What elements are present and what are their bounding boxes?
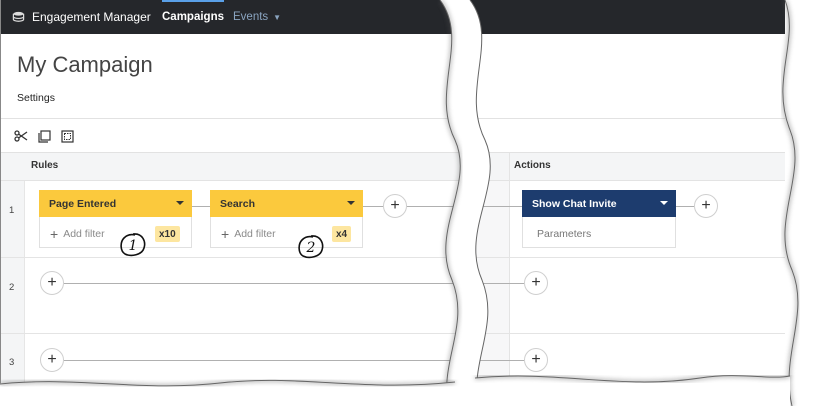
connector-line [460,360,524,361]
row-number: 3 [9,357,15,368]
column-divider [509,153,510,384]
caret-down-icon [660,201,668,205]
nav-events-menu[interactable]: Events ▼ [233,0,281,34]
action-label: Show Chat Invite [532,197,617,210]
right-panel: Actions Show Chat Invite Parameters + + … [460,0,785,384]
column-header-strip [0,153,460,181]
copy-icon[interactable] [38,129,51,143]
row-separator [0,257,460,258]
callout-1: 1 [120,233,146,257]
nav-events-label: Events [233,11,269,23]
active-tab-indicator [162,0,224,2]
connector-line [64,360,460,361]
top-navigation-bar: Engagement Manager Campaigns Events ▼ [0,0,460,34]
callout-number: 2 [306,240,316,256]
caret-down-icon [176,201,184,205]
database-icon [12,11,25,22]
add-filter-button[interactable]: + Add filter [50,226,105,242]
select-area-icon[interactable] [61,129,74,143]
chevron-down-icon: ▼ [273,12,282,22]
plus-icon: + [50,226,59,242]
callout-2: 2 [298,235,324,259]
editor-toolbar [14,128,84,144]
add-rule-button-row-3[interactable]: + [40,348,64,372]
actions-column-header: Actions [514,160,551,171]
add-action-button[interactable]: + [694,194,718,218]
rule-card-search: Search + Add filter x4 [210,190,363,248]
nav-campaigns-tab[interactable]: Campaigns [162,0,224,34]
row-separator [0,333,460,334]
connector-line [192,206,210,207]
add-filter-button[interactable]: + Add filter [221,226,276,242]
brand-name: Engagement Manager [32,10,151,24]
connector-line [363,206,383,207]
top-navigation-bar [460,0,785,34]
page-title: My Campaign [17,52,153,77]
parameters-link[interactable]: Parameters [537,228,591,240]
caret-down-icon [347,201,355,205]
add-filter-label: Add filter [63,228,105,240]
left-panel: Engagement Manager Campaigns Events ▼ My… [0,0,460,384]
action-dropdown-show-chat-invite[interactable]: Show Chat Invite [522,190,676,217]
rule-label: Search [220,197,256,210]
plus-icon: + [221,226,230,242]
add-rule-button[interactable]: + [383,194,407,218]
action-card-show-chat-invite: Show Chat Invite Parameters [522,190,676,248]
add-action-button-row-2[interactable]: + [524,271,548,295]
brand[interactable]: Engagement Manager [12,0,151,34]
connector-line [460,206,522,207]
row-separator [460,257,785,258]
rule-label: Page Entered [49,197,117,210]
scissors-icon[interactable] [14,130,28,142]
connector-line [407,206,460,207]
callout-number: 1 [129,238,138,254]
rules-column-header: Rules [31,160,59,171]
divider [460,118,785,119]
rule-dropdown-page-entered[interactable]: Page Entered [39,190,192,217]
add-rule-button-row-2[interactable]: + [40,271,64,295]
settings-tab[interactable]: Settings [17,92,55,104]
connector-line [676,206,694,207]
rule-dropdown-search[interactable]: Search [210,190,363,217]
connector-line [64,283,460,284]
count-badge: x10 [155,226,180,242]
row-number: 1 [9,205,15,216]
rule-card-page-entered: Page Entered + Add filter x10 [39,190,192,248]
connector-line [460,283,524,284]
nav-campaigns-label: Campaigns [162,11,224,23]
row-number: 2 [9,282,15,293]
divider [0,118,460,119]
count-badge: x4 [332,226,352,242]
row-separator [460,333,785,334]
add-filter-label: Add filter [234,228,276,240]
add-action-button-row-3[interactable]: + [524,348,548,372]
